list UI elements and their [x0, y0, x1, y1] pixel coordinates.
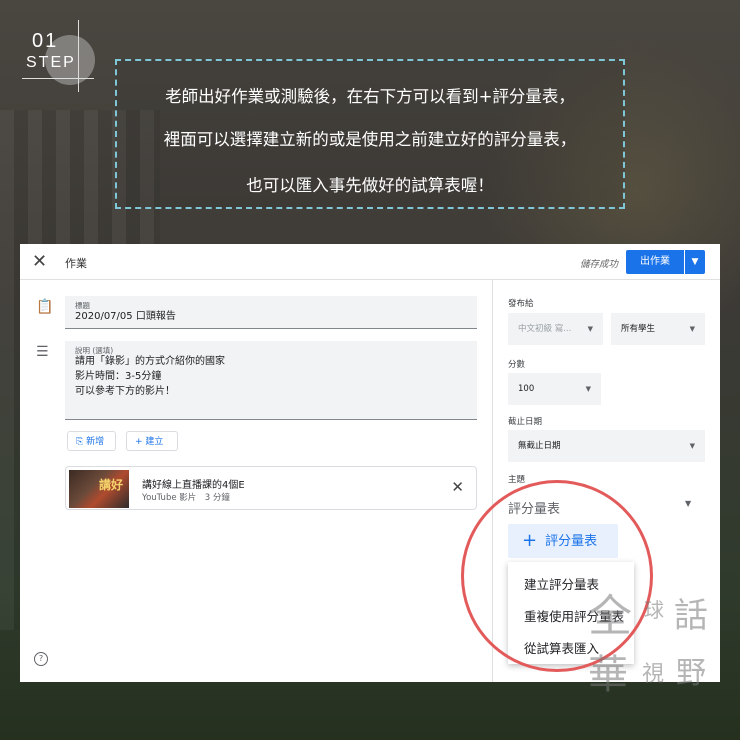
watermark-char: 視	[642, 662, 665, 687]
for-label: 發布給	[508, 299, 534, 309]
attachment-title[interactable]: 講好線上直播課的4個E	[142, 476, 245, 491]
saved-status: 儲存成功	[580, 259, 619, 270]
watermark-char: 全	[588, 591, 632, 642]
points-select[interactable]: 100 ▼	[508, 373, 601, 405]
dropdown-arrow-icon: ▼	[587, 325, 593, 333]
due-label: 截止日期	[508, 417, 543, 427]
instruction-callout: 老師出好作業或測驗後，在右下方可以看到+評分量表， 裡面可以選擇建立新的或是使用…	[115, 59, 625, 209]
add-button-label: 新增	[86, 437, 105, 447]
students-select-value: 所有學生	[621, 324, 656, 334]
close-icon[interactable]: ✕	[32, 251, 47, 272]
topic-label: 主題	[508, 475, 526, 485]
due-select[interactable]: 無截止日期 ▼	[508, 430, 705, 462]
dropdown-arrow-icon: ▼	[689, 325, 695, 333]
watermark-char: 話	[674, 596, 708, 636]
video-thumbnail: 講好	[69, 470, 129, 508]
callout-line-2: 裡面可以選擇建立新的或是使用之前建立好的評分量表，	[163, 130, 577, 149]
watermark-logo: 全 球 話 華 視 野	[588, 588, 728, 708]
description-icon: ☰	[36, 344, 49, 360]
class-select-value: 中文初級 寫...	[518, 324, 572, 334]
assign-button[interactable]: 出作業	[626, 250, 684, 274]
add-button[interactable]: ⎘ 新增	[67, 431, 116, 451]
step-divider-horizontal	[22, 78, 94, 79]
students-select[interactable]: 所有學生 ▼	[611, 313, 705, 345]
description-line-2: 影片時間：3-5分鐘	[75, 371, 162, 382]
create-button[interactable]: + 建立	[126, 431, 178, 451]
help-icon[interactable]: ?	[34, 652, 48, 666]
description-line-3: 可以參考下方的影片！	[75, 386, 175, 397]
dropdown-arrow-icon: ▼	[585, 385, 591, 393]
thumbnail-text: 講好	[99, 478, 124, 492]
title-field[interactable]: 標題 2020/07/05 口頭報告	[65, 296, 477, 329]
dropdown-arrow-icon[interactable]: ▼	[685, 499, 691, 508]
attachment-card[interactable]: 講好 講好線上直播課的4個E YouTube 影片 3 分鐘 ✕	[65, 466, 477, 510]
description-line-1: 請用「錄影」的方式介紹你的國家	[75, 356, 225, 367]
class-select[interactable]: 中文初級 寫... ▼	[508, 313, 603, 345]
paperclip-icon: ⎘	[76, 437, 84, 447]
watermark-char: 野	[676, 656, 706, 691]
dropdown-arrow-icon: ▼	[689, 442, 695, 450]
step-label: STEP	[26, 54, 76, 71]
top-bar: ✕ 作業 儲存成功 出作業 ▼	[20, 244, 720, 280]
callout-line-1: 老師出好作業或測驗後，在右下方可以看到+評分量表，	[165, 87, 575, 106]
title-field-value: 2020/07/05 口頭報告	[75, 311, 176, 322]
watermark-char: 華	[588, 652, 628, 698]
callout-line-3: 也可以匯入事先做好的試算表喔！	[246, 176, 494, 195]
points-select-value: 100	[518, 384, 535, 394]
watermark-char: 球	[644, 598, 664, 622]
plus-icon: +	[135, 437, 143, 447]
create-button-label: 建立	[145, 437, 164, 447]
attachment-subtitle: YouTube 影片 3 分鐘	[142, 493, 230, 503]
points-label: 分數	[508, 360, 526, 370]
remove-attachment-icon[interactable]: ✕	[451, 478, 464, 496]
step-divider-vertical	[78, 20, 79, 92]
due-select-value: 無截止日期	[518, 441, 561, 451]
page-title: 作業	[65, 257, 87, 270]
step-number: 01	[32, 30, 59, 52]
caret-down-icon[interactable]: ▼	[685, 250, 705, 274]
assignment-icon: 📋	[36, 299, 54, 315]
description-field[interactable]: 說明 (選填) 請用「錄影」的方式介紹你的國家 影片時間：3-5分鐘 可以參考下…	[65, 341, 477, 420]
